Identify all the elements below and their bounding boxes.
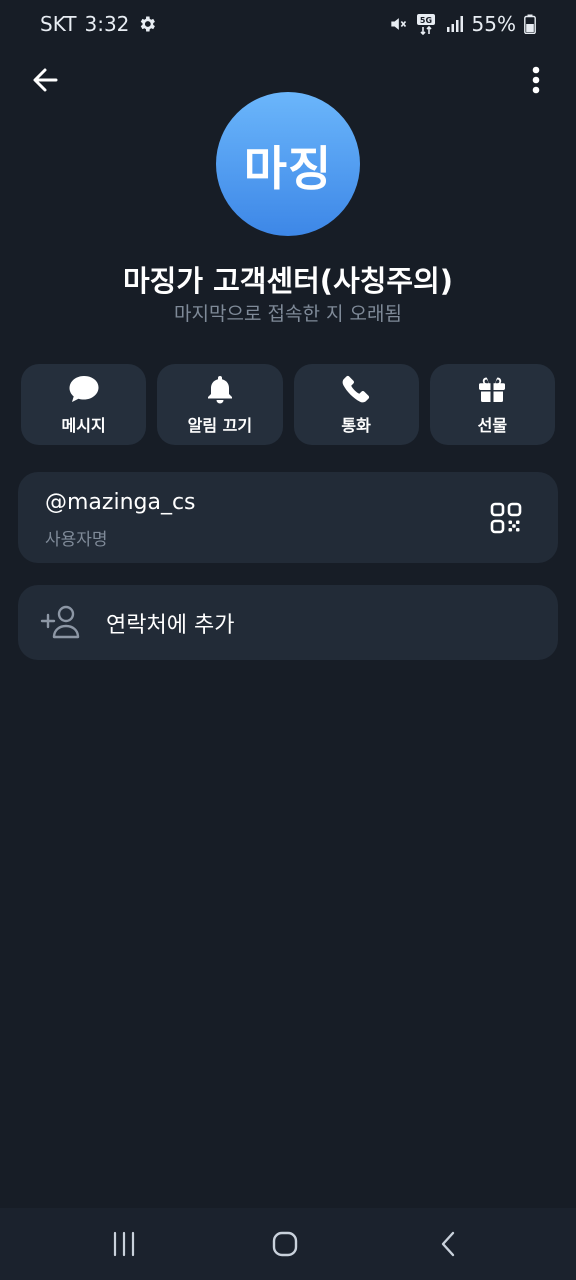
call-button-label: 통화	[341, 416, 371, 435]
message-button[interactable]: 메시지	[21, 364, 147, 445]
avatar-initials: 마징	[243, 141, 333, 197]
status-bar: SKT 3:32 5G 55%	[0, 0, 576, 48]
add-person-icon	[40, 604, 82, 640]
recent-apps-button[interactable]	[104, 1229, 144, 1259]
more-vertical-icon	[532, 66, 540, 94]
battery-icon	[524, 14, 536, 34]
username-label: 사용자명	[45, 530, 108, 550]
profile-name: 마징가 고객센터(사칭주의)	[122, 264, 454, 298]
mute-notifications-button[interactable]: 알림 끄기	[157, 364, 283, 445]
message-button-label: 메시지	[61, 416, 106, 435]
network-5g-icon: 5G	[416, 13, 438, 35]
carrier-label: SKT	[40, 12, 77, 36]
add-to-contacts-button[interactable]: 연락처에 추가	[18, 585, 558, 660]
chat-bubble-icon	[67, 373, 101, 405]
gift-button-label: 선물	[477, 416, 508, 435]
recent-apps-icon	[113, 1231, 135, 1257]
add-to-contacts-label: 연락처에 추가	[106, 613, 235, 638]
system-back-button[interactable]	[428, 1229, 468, 1259]
battery-percent: 55%	[471, 12, 516, 36]
back-arrow-icon	[33, 68, 58, 92]
clock-time: 3:32	[84, 12, 130, 36]
status-right: 5G 55%	[388, 12, 536, 36]
status-left: SKT 3:32	[40, 12, 157, 36]
call-button[interactable]: 통화	[293, 364, 419, 445]
gift-button[interactable]: 선물	[429, 364, 555, 445]
back-button[interactable]	[26, 61, 64, 99]
username-card[interactable]: @mazinga_cs 사용자명	[18, 472, 558, 563]
chevron-left-icon	[441, 1231, 455, 1257]
qr-code-icon	[490, 502, 522, 534]
gift-icon	[475, 373, 509, 405]
last-seen-status: 마지막으로 접속한 지 오래됨	[174, 303, 402, 325]
bell-icon	[203, 373, 237, 405]
system-navigation-bar	[0, 1208, 576, 1280]
home-button[interactable]	[265, 1229, 305, 1259]
qr-code-button[interactable]	[490, 502, 522, 534]
home-icon	[272, 1231, 298, 1257]
mute-notifications-label: 알림 끄기	[187, 416, 253, 435]
settings-gear-icon	[137, 14, 157, 34]
action-buttons-row: 메시지 알림 끄기 통화 선물	[21, 364, 555, 445]
more-options-button[interactable]	[522, 61, 550, 99]
signal-icon	[446, 15, 464, 33]
network-type-label: 5G	[419, 16, 431, 25]
phone-icon	[339, 373, 373, 405]
mute-icon	[388, 14, 408, 34]
username-value[interactable]: @mazinga_cs	[45, 490, 196, 515]
profile-avatar[interactable]: 마징	[216, 92, 360, 236]
